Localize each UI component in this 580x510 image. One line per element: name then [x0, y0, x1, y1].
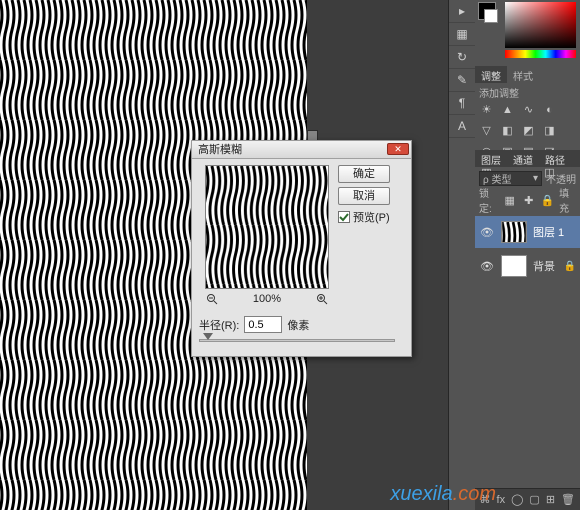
visibility-icon[interactable]: 👁 — [479, 258, 495, 274]
slider-thumb[interactable] — [203, 333, 213, 340]
color-spectrum[interactable] — [505, 2, 576, 48]
brush-icon[interactable]: ✎ — [449, 69, 475, 92]
layers-tabs: 图层 通道 路径 — [475, 150, 580, 167]
balance-icon[interactable]: ◩ — [521, 123, 536, 138]
visibility-icon[interactable]: 👁 — [479, 224, 495, 240]
preview-thumbnail[interactable] — [205, 165, 329, 289]
lock-icon: 🔒 — [564, 261, 576, 272]
fx-icon[interactable]: fx — [497, 493, 506, 507]
radius-unit: 像素 — [287, 317, 309, 333]
gaussian-blur-dialog: 高斯模糊 ✕ 确定 取消 预览(P) 100% 半径(R): 像素 — [191, 140, 412, 357]
kind-select[interactable]: ρ 类型▾ — [479, 171, 542, 186]
zoom-out-icon[interactable] — [205, 292, 219, 306]
fill-label: 填充 — [559, 185, 576, 215]
new-layer-icon[interactable]: ⊞ — [546, 493, 555, 507]
radius-input[interactable] — [244, 316, 282, 333]
levels-icon[interactable]: ▲ — [500, 102, 515, 117]
watermark: xuexila.com — [390, 483, 496, 506]
layer-lock-row: 锁定: ▦ ✚ 🔒 填充 — [475, 190, 580, 210]
radius-row: 半径(R): 像素 — [199, 316, 309, 333]
layer-name: 图层 1 — [533, 224, 564, 240]
preview-checkbox[interactable] — [338, 211, 350, 223]
vibrance-icon[interactable]: ▽ — [479, 123, 494, 138]
layer-thumbnail[interactable] — [501, 221, 527, 243]
ok-button[interactable]: 确定 — [338, 165, 390, 183]
tab-style[interactable]: 样式 — [507, 66, 539, 83]
lock-all-icon[interactable]: 🔒 — [540, 193, 555, 208]
tab-adjust[interactable]: 调整 — [475, 66, 507, 83]
tool-column: ▸ ▦ ↻ ✎ ¶ A — [449, 0, 475, 510]
preview-checkbox-row[interactable]: 预览(P) — [338, 209, 390, 225]
tab-paths[interactable]: 路径 — [539, 150, 571, 167]
char-icon[interactable]: A — [449, 115, 475, 138]
layer-row-1[interactable]: 👁 图层 1 — [475, 216, 580, 248]
lock-position-icon[interactable]: ✚ — [521, 193, 536, 208]
preview-label: 预览(P) — [353, 209, 390, 225]
bg-color-swatch[interactable] — [484, 9, 498, 23]
lock-pixels-icon[interactable]: ▦ — [502, 193, 517, 208]
folder-icon[interactable]: ▢ — [529, 493, 539, 507]
close-button[interactable]: ✕ — [387, 143, 409, 155]
layer-thumbnail[interactable] — [501, 255, 527, 277]
watermark-orange: .com — [453, 483, 496, 505]
add-adjustment-label: 添加调整 — [479, 85, 519, 100]
radius-label: 半径(R): — [199, 317, 239, 333]
hue-icon[interactable]: ◧ — [500, 123, 515, 138]
arrow-icon[interactable]: ▸ — [449, 0, 475, 23]
lock-label: 锁定: — [479, 185, 498, 215]
mask-icon[interactable]: ◯ — [511, 493, 523, 507]
zoom-in-icon[interactable] — [315, 292, 329, 306]
right-panels: ▸ ▦ ↻ ✎ ¶ A 调整 样式 添加调整 ☀ ▲ ∿ ◐ ▽ ◧ ◩ ◨ ◎… — [448, 0, 580, 510]
brightness-icon[interactable]: ☀ — [479, 102, 494, 117]
dialog-title[interactable]: 高斯模糊 ✕ — [192, 141, 411, 159]
adjust-tabs: 调整 样式 — [475, 66, 580, 83]
exposure-icon[interactable]: ◐ — [542, 102, 557, 117]
opacity-label: 不透明 — [546, 171, 576, 186]
tab-layers[interactable]: 图层 — [475, 150, 507, 167]
watermark-blue: xuexila — [390, 483, 452, 505]
dialog-title-text: 高斯模糊 — [198, 144, 242, 156]
trash-icon[interactable]: 🗑 — [561, 493, 575, 507]
zoom-value: 100% — [253, 293, 281, 305]
paragraph-icon[interactable]: ¶ — [449, 92, 475, 115]
color-panel — [475, 0, 580, 64]
cancel-button[interactable]: 取消 — [338, 187, 390, 205]
history-icon[interactable]: ↻ — [449, 46, 475, 69]
curves-icon[interactable]: ∿ — [521, 102, 536, 117]
adjustment-icons: ☀ ▲ ∿ ◐ ▽ ◧ ◩ ◨ ◎ ▣ ▤ ◪ ▥ ▰ ▭ ◫ — [475, 100, 580, 144]
layer-row-bg[interactable]: 👁 背景 🔒 — [475, 250, 580, 282]
layer-name: 背景 — [533, 258, 555, 274]
tab-channels[interactable]: 通道 — [507, 150, 539, 167]
swatches-icon[interactable]: ▦ — [449, 23, 475, 46]
radius-slider[interactable] — [199, 335, 395, 349]
slider-track — [199, 339, 395, 342]
bw-icon[interactable]: ◨ — [542, 123, 557, 138]
zoom-row: 100% — [205, 292, 329, 306]
